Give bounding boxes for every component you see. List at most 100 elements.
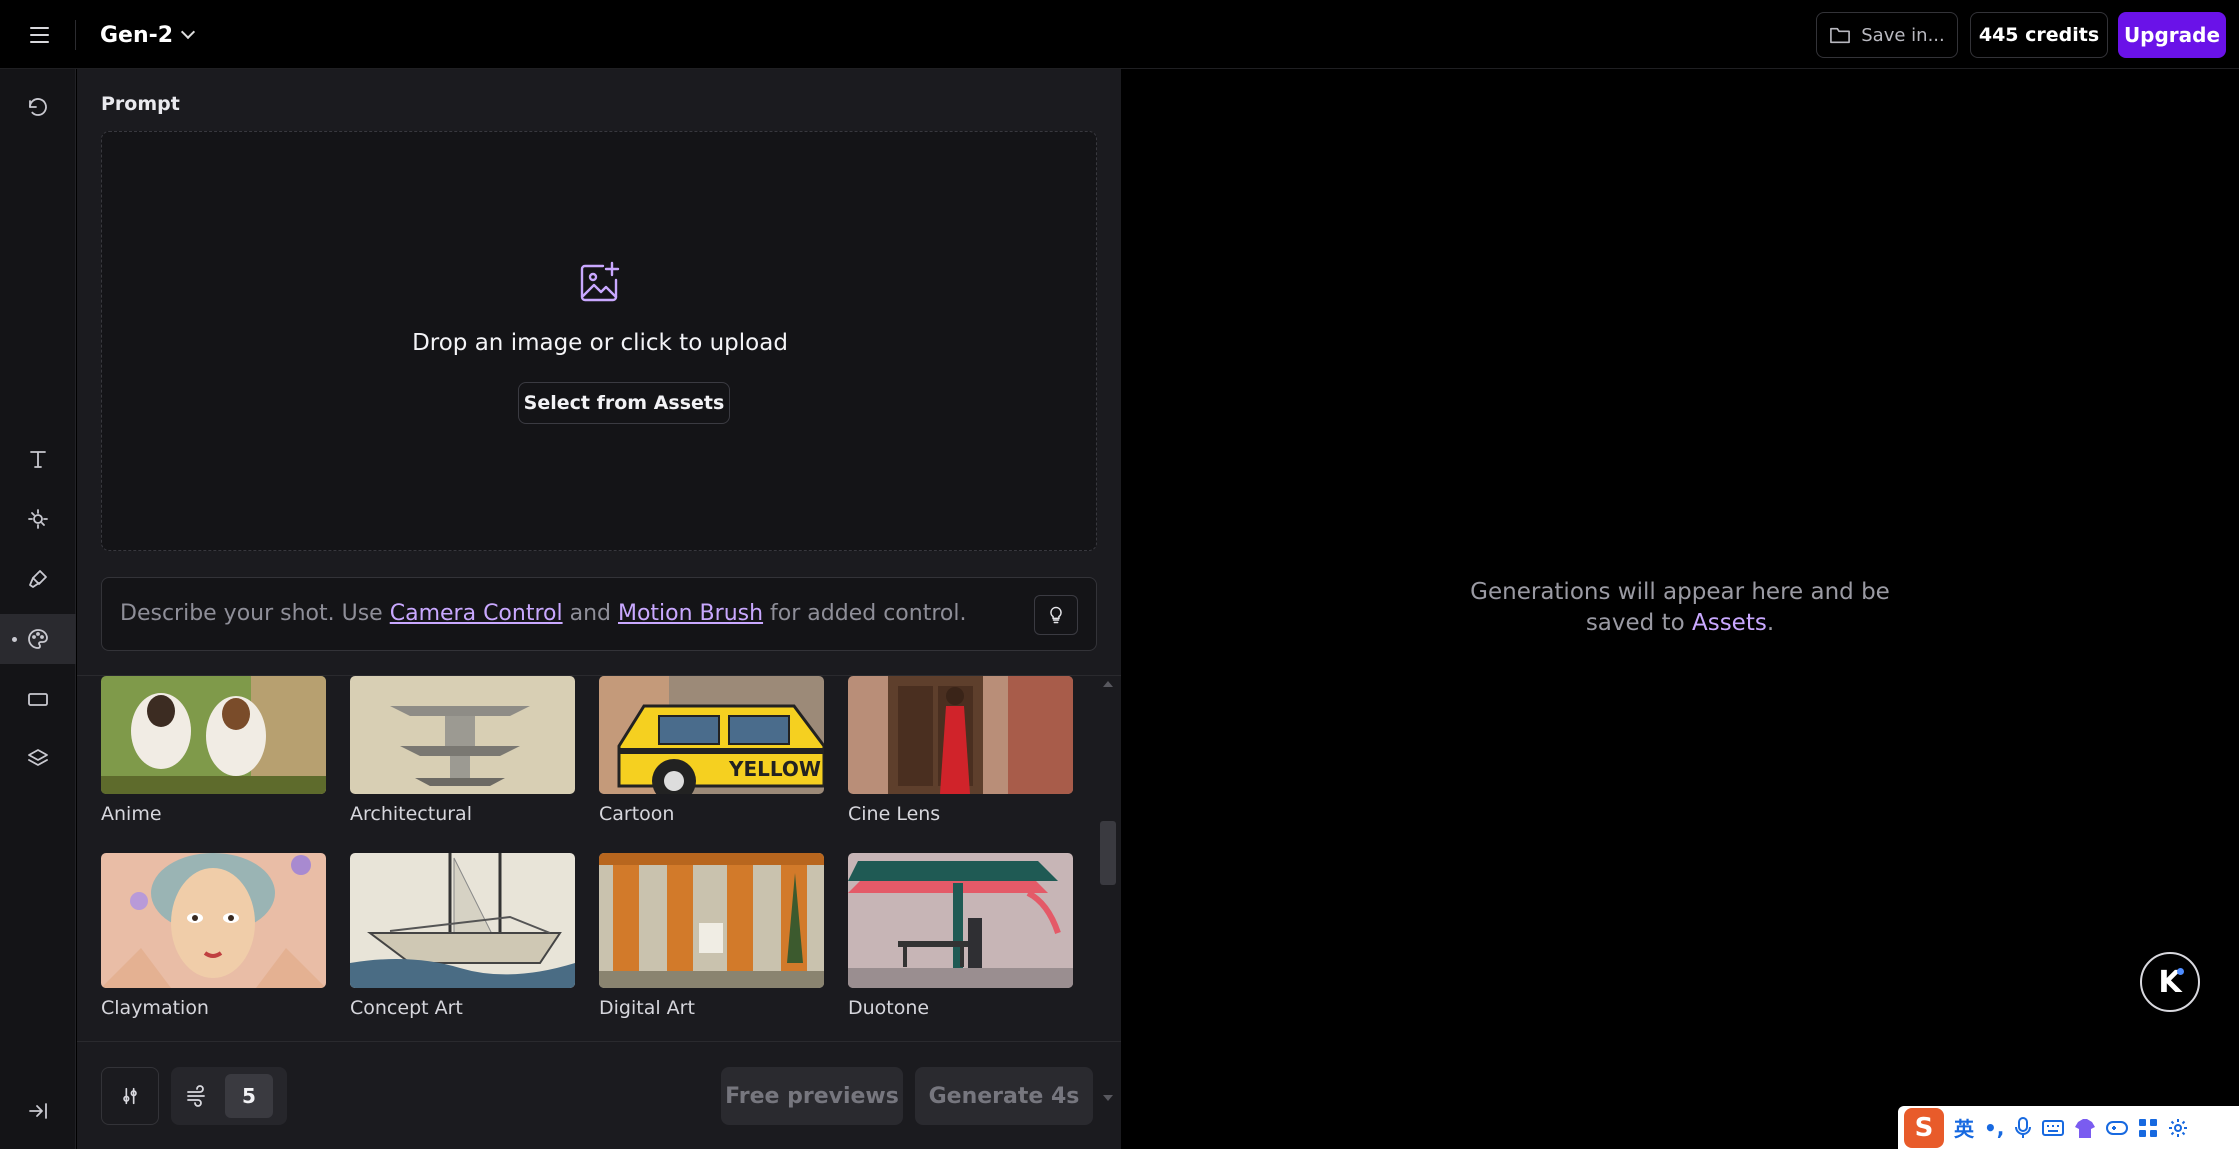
upgrade-label: Upgrade <box>2123 23 2221 47</box>
scrollbar-thumb[interactable] <box>1100 821 1116 885</box>
ime-language-toggle[interactable]: 英 <box>1954 1113 1974 1142</box>
generate-button[interactable]: Generate 4s <box>915 1067 1093 1125</box>
scroll-up-arrow-icon[interactable] <box>1103 681 1113 687</box>
layers-button[interactable] <box>0 734 76 784</box>
empty-state-line1: Generations will appear here and be <box>1470 579 1890 605</box>
style-card-concept-art[interactable]: Concept Art <box>350 853 575 1019</box>
style-thumbnail <box>848 853 1073 988</box>
style-thumbnail <box>350 853 575 988</box>
folder-icon <box>1830 27 1851 44</box>
prompt-heading: Prompt <box>101 93 180 115</box>
keyboard-icon[interactable] <box>2042 1119 2065 1137</box>
layers-icon <box>28 749 48 766</box>
free-previews-button[interactable]: Free previews <box>721 1067 903 1125</box>
placeholder-suffix: for added control. <box>770 601 967 626</box>
aspect-ratio-button[interactable] <box>0 674 76 724</box>
chevron-down-icon <box>181 24 196 40</box>
generation-panel: Prompt Drop an image or click to upload … <box>77 69 1121 1149</box>
taxi-sign: YELLOW TAXI <box>728 757 824 781</box>
prompt-tips-button[interactable] <box>1034 595 1078 635</box>
style-thumbnail: YELLOW TAXI <box>599 676 824 794</box>
style-label: Claymation <box>101 997 209 1019</box>
style-card-anime[interactable]: Anime <box>101 676 326 825</box>
camera-control-icon <box>28 509 48 529</box>
motion-amount-control[interactable]: 5 <box>171 1067 287 1125</box>
prompt-input[interactable]: Describe your shot. Use Camera Control a… <box>101 577 1097 651</box>
output-area: Generations will appear here and be save… <box>1122 69 2239 1149</box>
scroll-down-arrow-icon[interactable] <box>1103 1095 1113 1101</box>
menu-icon[interactable] <box>20 18 58 52</box>
image-upload-icon <box>580 261 620 302</box>
drop-instructions: Drop an image or click to upload <box>412 330 788 356</box>
credits-button[interactable]: 445 credits <box>1970 12 2108 58</box>
skin-icon[interactable] <box>2074 1118 2096 1138</box>
text-tool-button[interactable] <box>0 434 76 484</box>
gamepad-icon[interactable] <box>2106 1119 2129 1137</box>
palette-icon <box>28 629 48 649</box>
camera-control-button[interactable] <box>0 494 76 544</box>
save-in-button[interactable]: Save in... <box>1816 12 1958 58</box>
style-label: Cine Lens <box>848 803 941 825</box>
generate-label: Generate 4s <box>928 1083 1080 1109</box>
notification-dot <box>2177 968 2184 975</box>
text-icon <box>30 451 46 468</box>
motion-brush-link[interactable]: Motion Brush <box>618 601 763 626</box>
style-thumbnail <box>599 853 824 988</box>
divider <box>77 1041 1121 1042</box>
style-thumbnail <box>848 676 1073 794</box>
motion-brush-icon <box>29 570 47 588</box>
motion-value[interactable]: 5 <box>225 1074 273 1118</box>
style-card-architectural[interactable]: Architectural <box>350 676 575 825</box>
style-card-cine-lens[interactable]: Cine Lens <box>848 676 1073 825</box>
assistant-button[interactable]: K <box>2140 952 2200 1012</box>
style-presets-grid: Anime Architectural YELLOW Cartoon Cine … <box>101 676 1101 1110</box>
style-card-claymation[interactable]: Claymation <box>101 853 326 1019</box>
style-label: Duotone <box>848 997 930 1019</box>
wind-icon <box>187 1085 205 1107</box>
model-selector[interactable]: Gen-2 <box>100 18 196 52</box>
top-bar: Gen-2 Save in... 445 credits Upgrade <box>0 0 2239 69</box>
ime-punctuation-toggle[interactable]: •, <box>1984 1116 2004 1140</box>
ime-logo[interactable]: S <box>1904 1107 1944 1148</box>
collapse-button[interactable] <box>0 1086 76 1136</box>
placeholder-prefix: Describe your shot. Use <box>120 601 383 626</box>
empty-state-line2: saved to Assets. <box>1380 608 1980 639</box>
motion-brush-button[interactable] <box>0 554 76 604</box>
image-upload-dropzone[interactable]: Drop an image or click to upload Select … <box>101 131 1097 551</box>
ime-toolbar: S 英 •, <box>1898 1106 2239 1149</box>
style-label: Cartoon <box>599 803 675 825</box>
divider <box>75 20 76 50</box>
empty-state-prefix: saved to <box>1585 610 1685 636</box>
sliders-icon <box>123 1087 137 1105</box>
style-label: Digital Art <box>599 997 695 1019</box>
assets-link[interactable]: Assets <box>1692 610 1767 636</box>
upgrade-button[interactable]: Upgrade <box>2118 12 2226 58</box>
style-card-cartoon[interactable]: YELLOW TAXI Cartoon <box>599 676 824 825</box>
placeholder-and: and <box>569 601 611 626</box>
style-label: Anime <box>101 803 162 825</box>
empty-state-suffix: . <box>1766 610 1775 636</box>
lightbulb-icon <box>1050 606 1062 624</box>
style-thumbnail <box>101 853 326 988</box>
undo-button[interactable] <box>0 83 76 133</box>
microphone-icon[interactable] <box>2014 1116 2032 1139</box>
settings-gear-icon[interactable] <box>2168 1118 2188 1138</box>
style-thumbnail <box>350 676 575 794</box>
prompt-placeholder: Describe your shot. Use Camera Control a… <box>120 601 966 626</box>
select-from-assets-button[interactable]: Select from Assets <box>518 382 730 424</box>
grid-icon[interactable] <box>2138 1118 2158 1138</box>
select-from-assets-label: Select from Assets <box>523 392 725 414</box>
settings-button[interactable] <box>101 1067 159 1125</box>
aspect-ratio-icon <box>28 693 48 706</box>
styles-button[interactable] <box>0 614 76 664</box>
style-card-duotone[interactable]: Duotone <box>848 853 1073 1019</box>
credits-label: 445 credits <box>1978 24 2100 46</box>
tool-rail <box>0 69 76 1149</box>
style-label: Concept Art <box>350 997 463 1019</box>
active-indicator <box>12 637 17 642</box>
empty-state-message: Generations will appear here and be save… <box>1380 577 1980 639</box>
style-card-digital-art[interactable]: Digital Art <box>599 853 824 1019</box>
model-selector-label: Gen-2 <box>100 22 174 48</box>
save-in-label: Save in... <box>1861 24 1945 46</box>
camera-control-link[interactable]: Camera Control <box>390 601 563 626</box>
